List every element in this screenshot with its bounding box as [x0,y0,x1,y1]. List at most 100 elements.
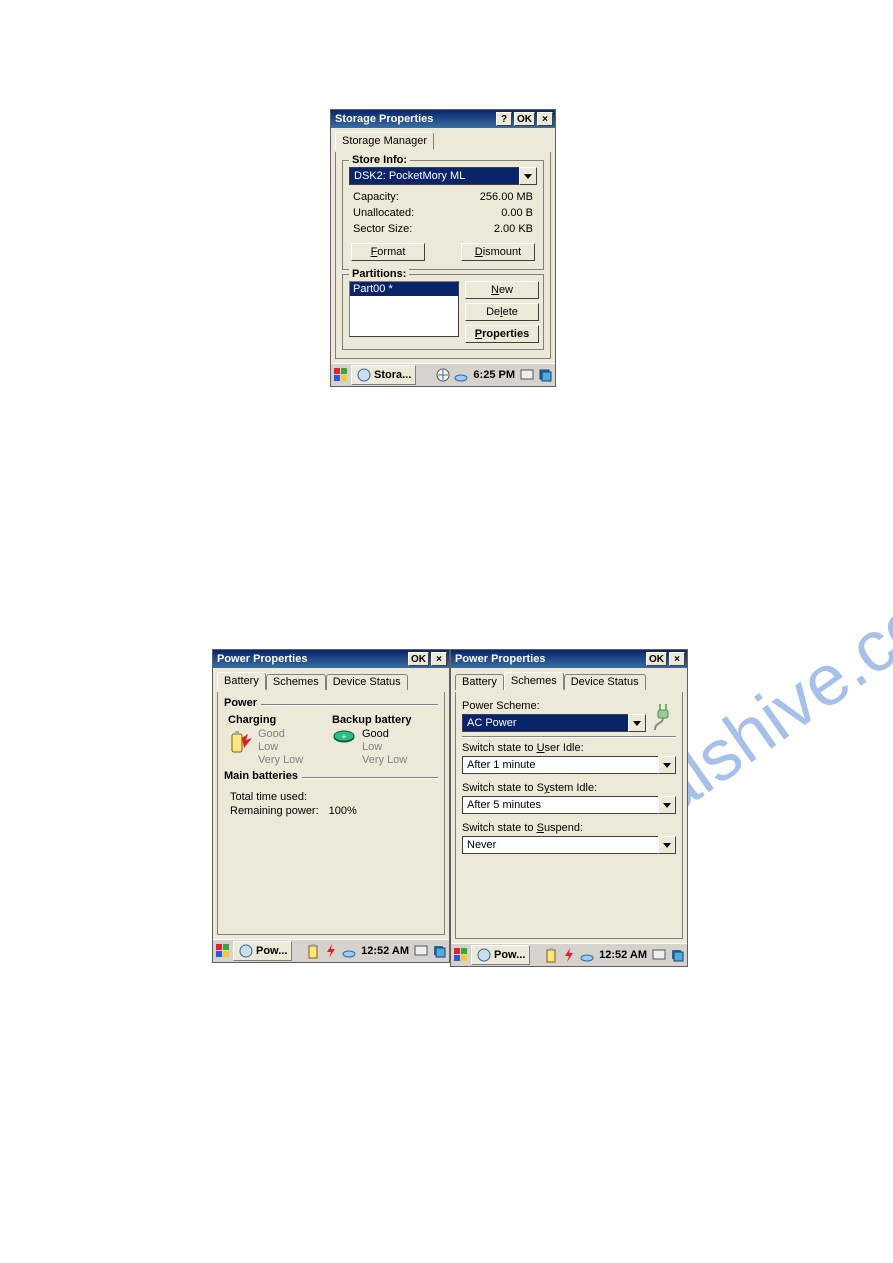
remaining-label: Remaining power: [230,805,319,817]
desktop-icon[interactable] [413,943,429,959]
tab-storage-manager[interactable]: Storage Manager [335,132,434,150]
storage-taskbar: Stora... 6:25 PM [331,363,555,386]
tab-label: Storage Manager [342,135,427,147]
close-button[interactable]: × [669,652,685,666]
sector-size-value: 2.00 KB [494,223,533,235]
windows-icon[interactable] [537,367,553,383]
tab-schemes[interactable]: Schemes [504,672,564,690]
dismount-button[interactable]: DismountDismount [461,243,535,261]
charging-label: Charging [228,714,332,726]
status-low: Low [362,741,407,754]
user-idle-dropdown[interactable]: After 1 minute [462,756,676,774]
windows-icon[interactable] [669,947,685,963]
system-idle-dropdown[interactable]: After 5 minutes [462,796,676,814]
total-time-label: Total time used: [230,791,432,803]
taskbar-task[interactable]: Pow... [471,945,530,965]
dropdown-arrow-icon[interactable] [658,756,676,774]
plug-icon [650,700,676,726]
store-dropdown-value: DSK2: PocketMory ML [349,167,519,185]
storage-client: Store Info: DSK2: PocketMory ML Capacity… [335,152,551,359]
store-dropdown[interactable]: DSK2: PocketMory ML [349,167,537,185]
storage-properties-window: Storage Properties ? OK × Storage Manage… [330,109,556,387]
delete-button[interactable]: DeleteDelete [465,303,539,321]
bolt-icon[interactable] [561,947,577,963]
tab-battery[interactable]: Battery [455,674,504,690]
partitions-listbox[interactable]: Part00 * [349,281,459,337]
store-info-group: Store Info: DSK2: PocketMory ML Capacity… [342,160,544,270]
connection-icon[interactable] [579,947,595,963]
disk-icon [356,367,372,383]
power1-titlebar: Power Properties OK × [213,650,449,668]
close-button[interactable]: × [537,112,553,126]
power2-tabs: Battery Schemes Device Status [451,668,687,690]
status-low: Low [258,741,303,754]
backup-label: Backup battery [332,714,436,726]
power-legend: Power [224,697,261,709]
start-icon[interactable] [215,943,231,959]
coin-battery-icon: + [332,728,356,758]
desktop-icon[interactable] [651,947,667,963]
connection-icon[interactable] [341,943,357,959]
power1-client: Power Charging Good Low Very Low Backup … [217,692,445,935]
bolt-icon[interactable] [323,943,339,959]
unallocated-label: Unallocated: [353,207,414,219]
ok-button[interactable]: OK [408,652,429,666]
power2-taskbar: Pow... 12:52 AM [451,943,687,966]
power2-title: Power Properties [455,653,644,665]
unallocated-value: 0.00 B [501,207,533,219]
capacity-value: 256.00 MB [480,191,533,203]
storage-titlebar: Storage Properties ? OK × [331,110,555,128]
properties-button[interactable]: PropertiesProperties [465,325,539,343]
power-properties-battery-window: Power Properties OK × Battery Schemes De… [212,649,450,963]
power-scheme-label: Power Scheme: [462,700,646,712]
suspend-label: Switch state to Suspend:Switch state to … [462,822,676,834]
status-good: Good [258,728,303,741]
power-icon [476,947,492,963]
power1-taskbar: Pow... 12:52 AM [213,939,449,962]
dropdown-arrow-icon[interactable] [628,714,646,732]
desktop-icon[interactable] [519,367,535,383]
tab-schemes[interactable]: Schemes [266,674,326,690]
taskbar-task-label: Stora... [374,369,411,381]
taskbar-task[interactable]: Pow... [233,941,292,961]
taskbar-clock: 12:52 AM [359,945,411,957]
tab-battery[interactable]: Battery [217,672,266,690]
dropdown-arrow-icon[interactable] [658,796,676,814]
windows-icon[interactable] [431,943,447,959]
partitions-legend: Partitions: [349,268,409,280]
tab-device-status[interactable]: Device Status [564,674,646,690]
connection-icon[interactable] [453,367,469,383]
network-icon[interactable] [435,367,451,383]
status-verylow: Very Low [258,754,303,767]
dropdown-arrow-icon[interactable] [519,167,537,185]
dropdown-arrow-icon[interactable] [658,836,676,854]
start-icon[interactable] [453,947,469,963]
power-scheme-value: AC Power [462,714,628,732]
power1-tabs: Battery Schemes Device Status [213,668,449,690]
power2-titlebar: Power Properties OK × [451,650,687,668]
storage-tabs: Storage Manager [331,128,555,150]
partition-item[interactable]: Part00 * [350,282,458,296]
power-scheme-dropdown[interactable]: AC Power [462,714,646,732]
taskbar-clock: 6:25 PM [471,369,517,381]
power-properties-schemes-window: Power Properties OK × Battery Schemes De… [450,649,688,967]
start-icon[interactable] [333,367,349,383]
new-button[interactable]: NewNew [465,281,539,299]
taskbar-task[interactable]: Stora... [351,365,416,385]
ok-button[interactable]: OK [646,652,667,666]
suspend-dropdown[interactable]: Never [462,836,676,854]
tab-device-status[interactable]: Device Status [326,674,408,690]
battery-tray-icon[interactable] [305,943,321,959]
help-button[interactable]: ? [496,112,512,126]
ok-button[interactable]: OK [514,112,535,126]
store-info-legend: Store Info: [349,154,410,166]
user-idle-label: Switch state to User Idle:Switch state t… [462,742,676,754]
battery-tray-icon[interactable] [543,947,559,963]
user-idle-value: After 1 minute [462,756,658,774]
format-button[interactable]: FFormatormat [351,243,425,261]
suspend-value: Never [462,836,658,854]
svg-text:+: + [342,732,347,741]
close-button[interactable]: × [431,652,447,666]
taskbar-task-label: Pow... [494,949,525,961]
taskbar-clock: 12:52 AM [597,949,649,961]
